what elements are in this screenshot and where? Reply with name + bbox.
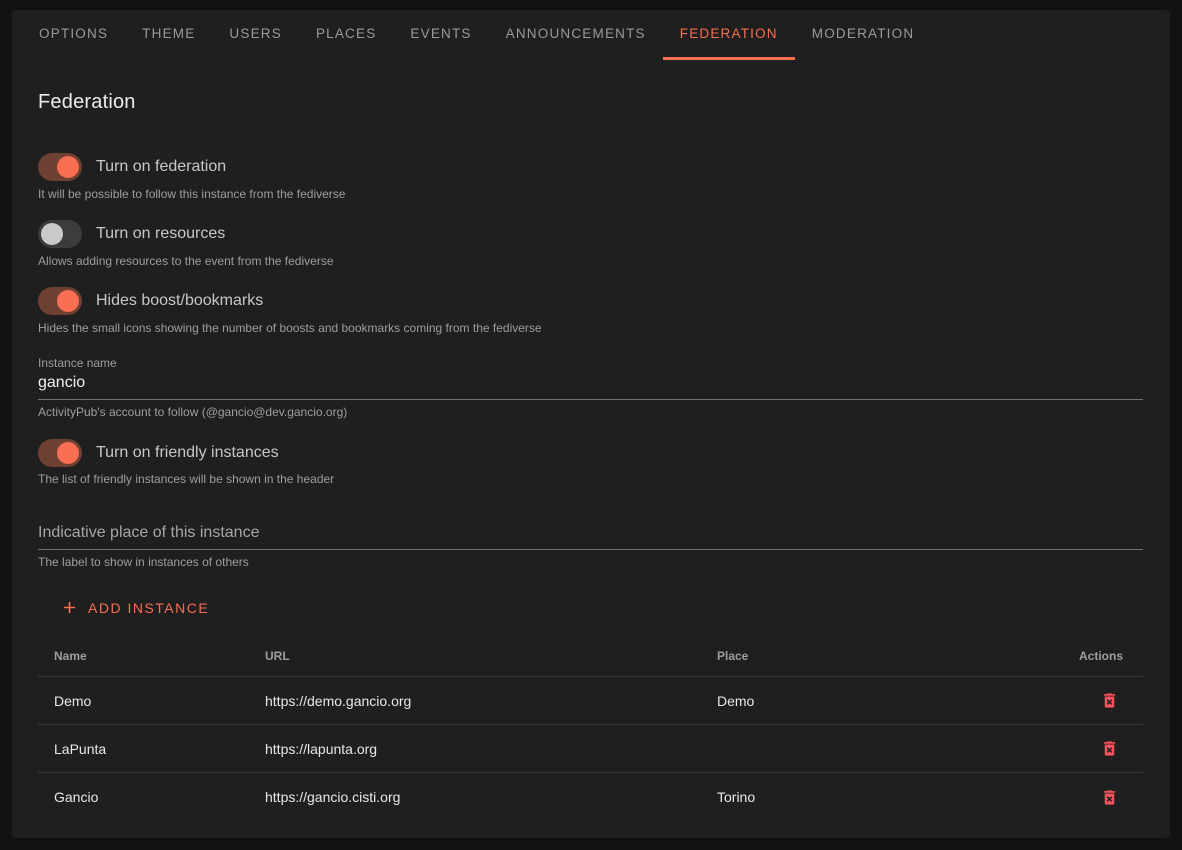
trash-delete-forever-icon xyxy=(1100,698,1119,713)
instance-url-cell: https://lapunta.org xyxy=(249,741,701,757)
instance-place-cell: Torino xyxy=(701,789,1053,805)
resources-switch-label[interactable]: Turn on resources xyxy=(96,225,225,243)
friendly-toggle-group: Turn on friendly instances The list of f… xyxy=(38,439,1143,486)
instance-name-field-group: Instance name ActivityPub's account to f… xyxy=(38,356,1143,419)
tab-moderation[interactable]: MODERATION xyxy=(795,10,932,60)
federation-switch[interactable] xyxy=(38,153,82,181)
resources-toggle-group: Turn on resources Allows adding resource… xyxy=(38,220,1143,268)
federation-switch-label[interactable]: Turn on federation xyxy=(96,158,226,176)
hide-boost-switch-hint: Hides the small icons showing the number… xyxy=(38,321,1143,335)
resources-switch-hint: Allows adding resources to the event fro… xyxy=(38,254,1143,268)
instance-place-input[interactable] xyxy=(38,521,1143,550)
hide-boost-switch-label[interactable]: Hides boost/bookmarks xyxy=(96,292,263,310)
instance-url-cell: https://gancio.cisti.org xyxy=(249,789,701,805)
column-header-actions: Actions xyxy=(1053,649,1143,663)
delete-instance-button[interactable] xyxy=(1096,687,1123,714)
federation-switch-hint: It will be possible to follow this insta… xyxy=(38,187,1143,201)
tab-events[interactable]: EVENTS xyxy=(393,10,488,60)
column-header-name: Name xyxy=(38,649,249,663)
instances-table-header: Name URL Place Actions xyxy=(38,635,1143,677)
column-header-place: Place xyxy=(701,649,1053,663)
plus-icon xyxy=(60,598,79,617)
instance-place-field-group: The label to show in instances of others xyxy=(38,521,1143,569)
instance-name-cell: LaPunta xyxy=(38,741,249,757)
instance-name-label: Instance name xyxy=(38,356,1143,370)
instance-name-input[interactable] xyxy=(38,371,1143,400)
instance-row: Gancio https://gancio.cisti.org Torino xyxy=(38,773,1143,821)
switch-thumb xyxy=(57,290,79,312)
instance-place-cell: Demo xyxy=(701,693,1053,709)
tab-announcements[interactable]: ANNOUNCEMENTS xyxy=(489,10,663,60)
trash-delete-forever-icon xyxy=(1100,746,1119,761)
delete-instance-button[interactable] xyxy=(1096,784,1123,811)
add-instance-button-label: ADD INSTANCE xyxy=(88,600,209,616)
switch-thumb xyxy=(41,223,63,245)
friendly-instances-switch-label[interactable]: Turn on friendly instances xyxy=(96,444,279,462)
federation-toggle-group: Turn on federation It will be possible t… xyxy=(38,153,1143,201)
hide-boost-switch[interactable] xyxy=(38,287,82,315)
instance-url-cell: https://demo.gancio.org xyxy=(249,693,701,709)
tab-options[interactable]: OPTIONS xyxy=(22,10,125,60)
instance-row: LaPunta https://lapunta.org xyxy=(38,725,1143,773)
federation-settings: Federation Turn on federation It will be… xyxy=(12,91,1170,821)
tab-theme[interactable]: THEME xyxy=(125,10,212,60)
tab-federation[interactable]: FEDERATION xyxy=(663,10,795,60)
add-instance-button[interactable]: ADD INSTANCE xyxy=(58,594,211,621)
tab-places[interactable]: PLACES xyxy=(299,10,393,60)
resources-switch[interactable] xyxy=(38,220,82,248)
friendly-instances-switch[interactable] xyxy=(38,439,82,467)
instance-place-hint: The label to show in instances of others xyxy=(38,555,1143,569)
friendly-instances-switch-hint: The list of friendly instances will be s… xyxy=(38,472,1143,486)
column-header-url: URL xyxy=(249,649,701,663)
instance-name-hint: ActivityPub's account to follow (@gancio… xyxy=(38,405,1143,419)
admin-panel: OPTIONS THEME USERS PLACES EVENTS ANNOUN… xyxy=(12,10,1170,838)
switch-thumb xyxy=(57,156,79,178)
admin-tabs: OPTIONS THEME USERS PLACES EVENTS ANNOUN… xyxy=(12,10,1170,60)
instances-table: Name URL Place Actions Demo https://demo… xyxy=(38,635,1143,821)
tab-users[interactable]: USERS xyxy=(212,10,299,60)
instance-name-cell: Gancio xyxy=(38,789,249,805)
delete-instance-button[interactable] xyxy=(1096,735,1123,762)
boost-toggle-group: Hides boost/bookmarks Hides the small ic… xyxy=(38,287,1143,335)
page-title: Federation xyxy=(38,91,1143,114)
instance-name-cell: Demo xyxy=(38,693,249,709)
instance-row: Demo https://demo.gancio.org Demo xyxy=(38,677,1143,725)
trash-delete-forever-icon xyxy=(1100,795,1119,810)
switch-thumb xyxy=(57,442,79,464)
